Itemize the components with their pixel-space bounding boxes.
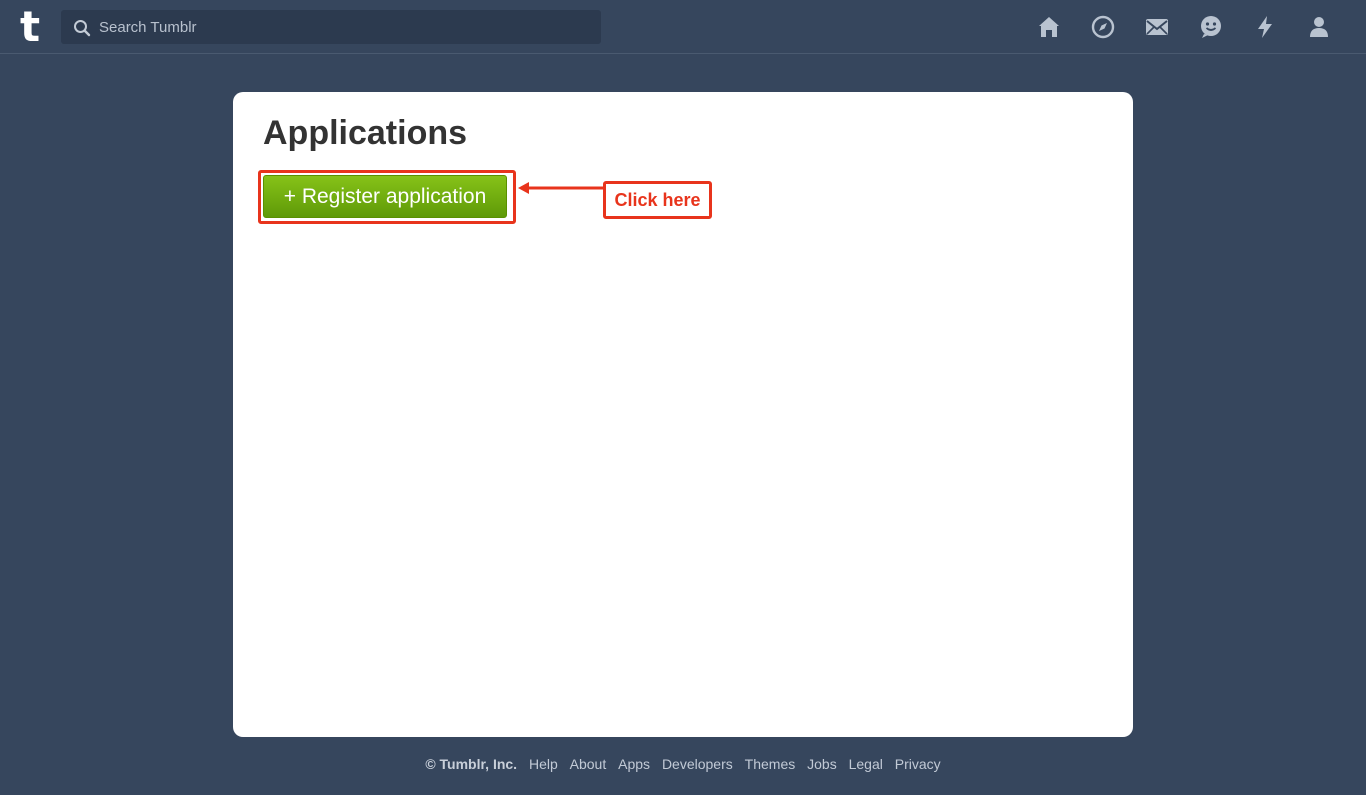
messaging-icon[interactable] [1198,14,1224,40]
footer-copyright: © Tumblr, Inc. [425,756,518,772]
annotation-callout: Click here [603,181,712,219]
footer-link-jobs[interactable]: Jobs [807,756,837,772]
search-icon [73,19,91,37]
home-icon[interactable] [1036,14,1062,40]
footer-link-developers[interactable]: Developers [662,756,733,772]
footer-link-legal[interactable]: Legal [849,756,883,772]
footer-link-about[interactable]: About [570,756,607,772]
search-bar[interactable] [61,10,601,44]
explore-icon[interactable] [1090,14,1116,40]
footer-link-privacy[interactable]: Privacy [895,756,941,772]
annotation-arrow [518,182,604,194]
search-input[interactable] [99,10,589,44]
footer-link-themes[interactable]: Themes [745,756,796,772]
tumblr-logo[interactable]: t [20,6,44,48]
activity-icon[interactable] [1252,14,1278,40]
register-application-button[interactable]: + Register application [263,175,507,218]
footer: © Tumblr, Inc. Help About Apps Developer… [0,756,1366,772]
nav-icons [1036,14,1332,42]
page-title: Applications [263,114,468,152]
footer-link-apps[interactable]: Apps [618,756,650,772]
applications-panel: Applications + Register application Clic… [233,92,1133,737]
footer-link-help[interactable]: Help [529,756,558,772]
account-icon[interactable] [1306,14,1332,40]
inbox-icon[interactable] [1144,14,1170,40]
top-navigation-bar: t [0,0,1366,54]
